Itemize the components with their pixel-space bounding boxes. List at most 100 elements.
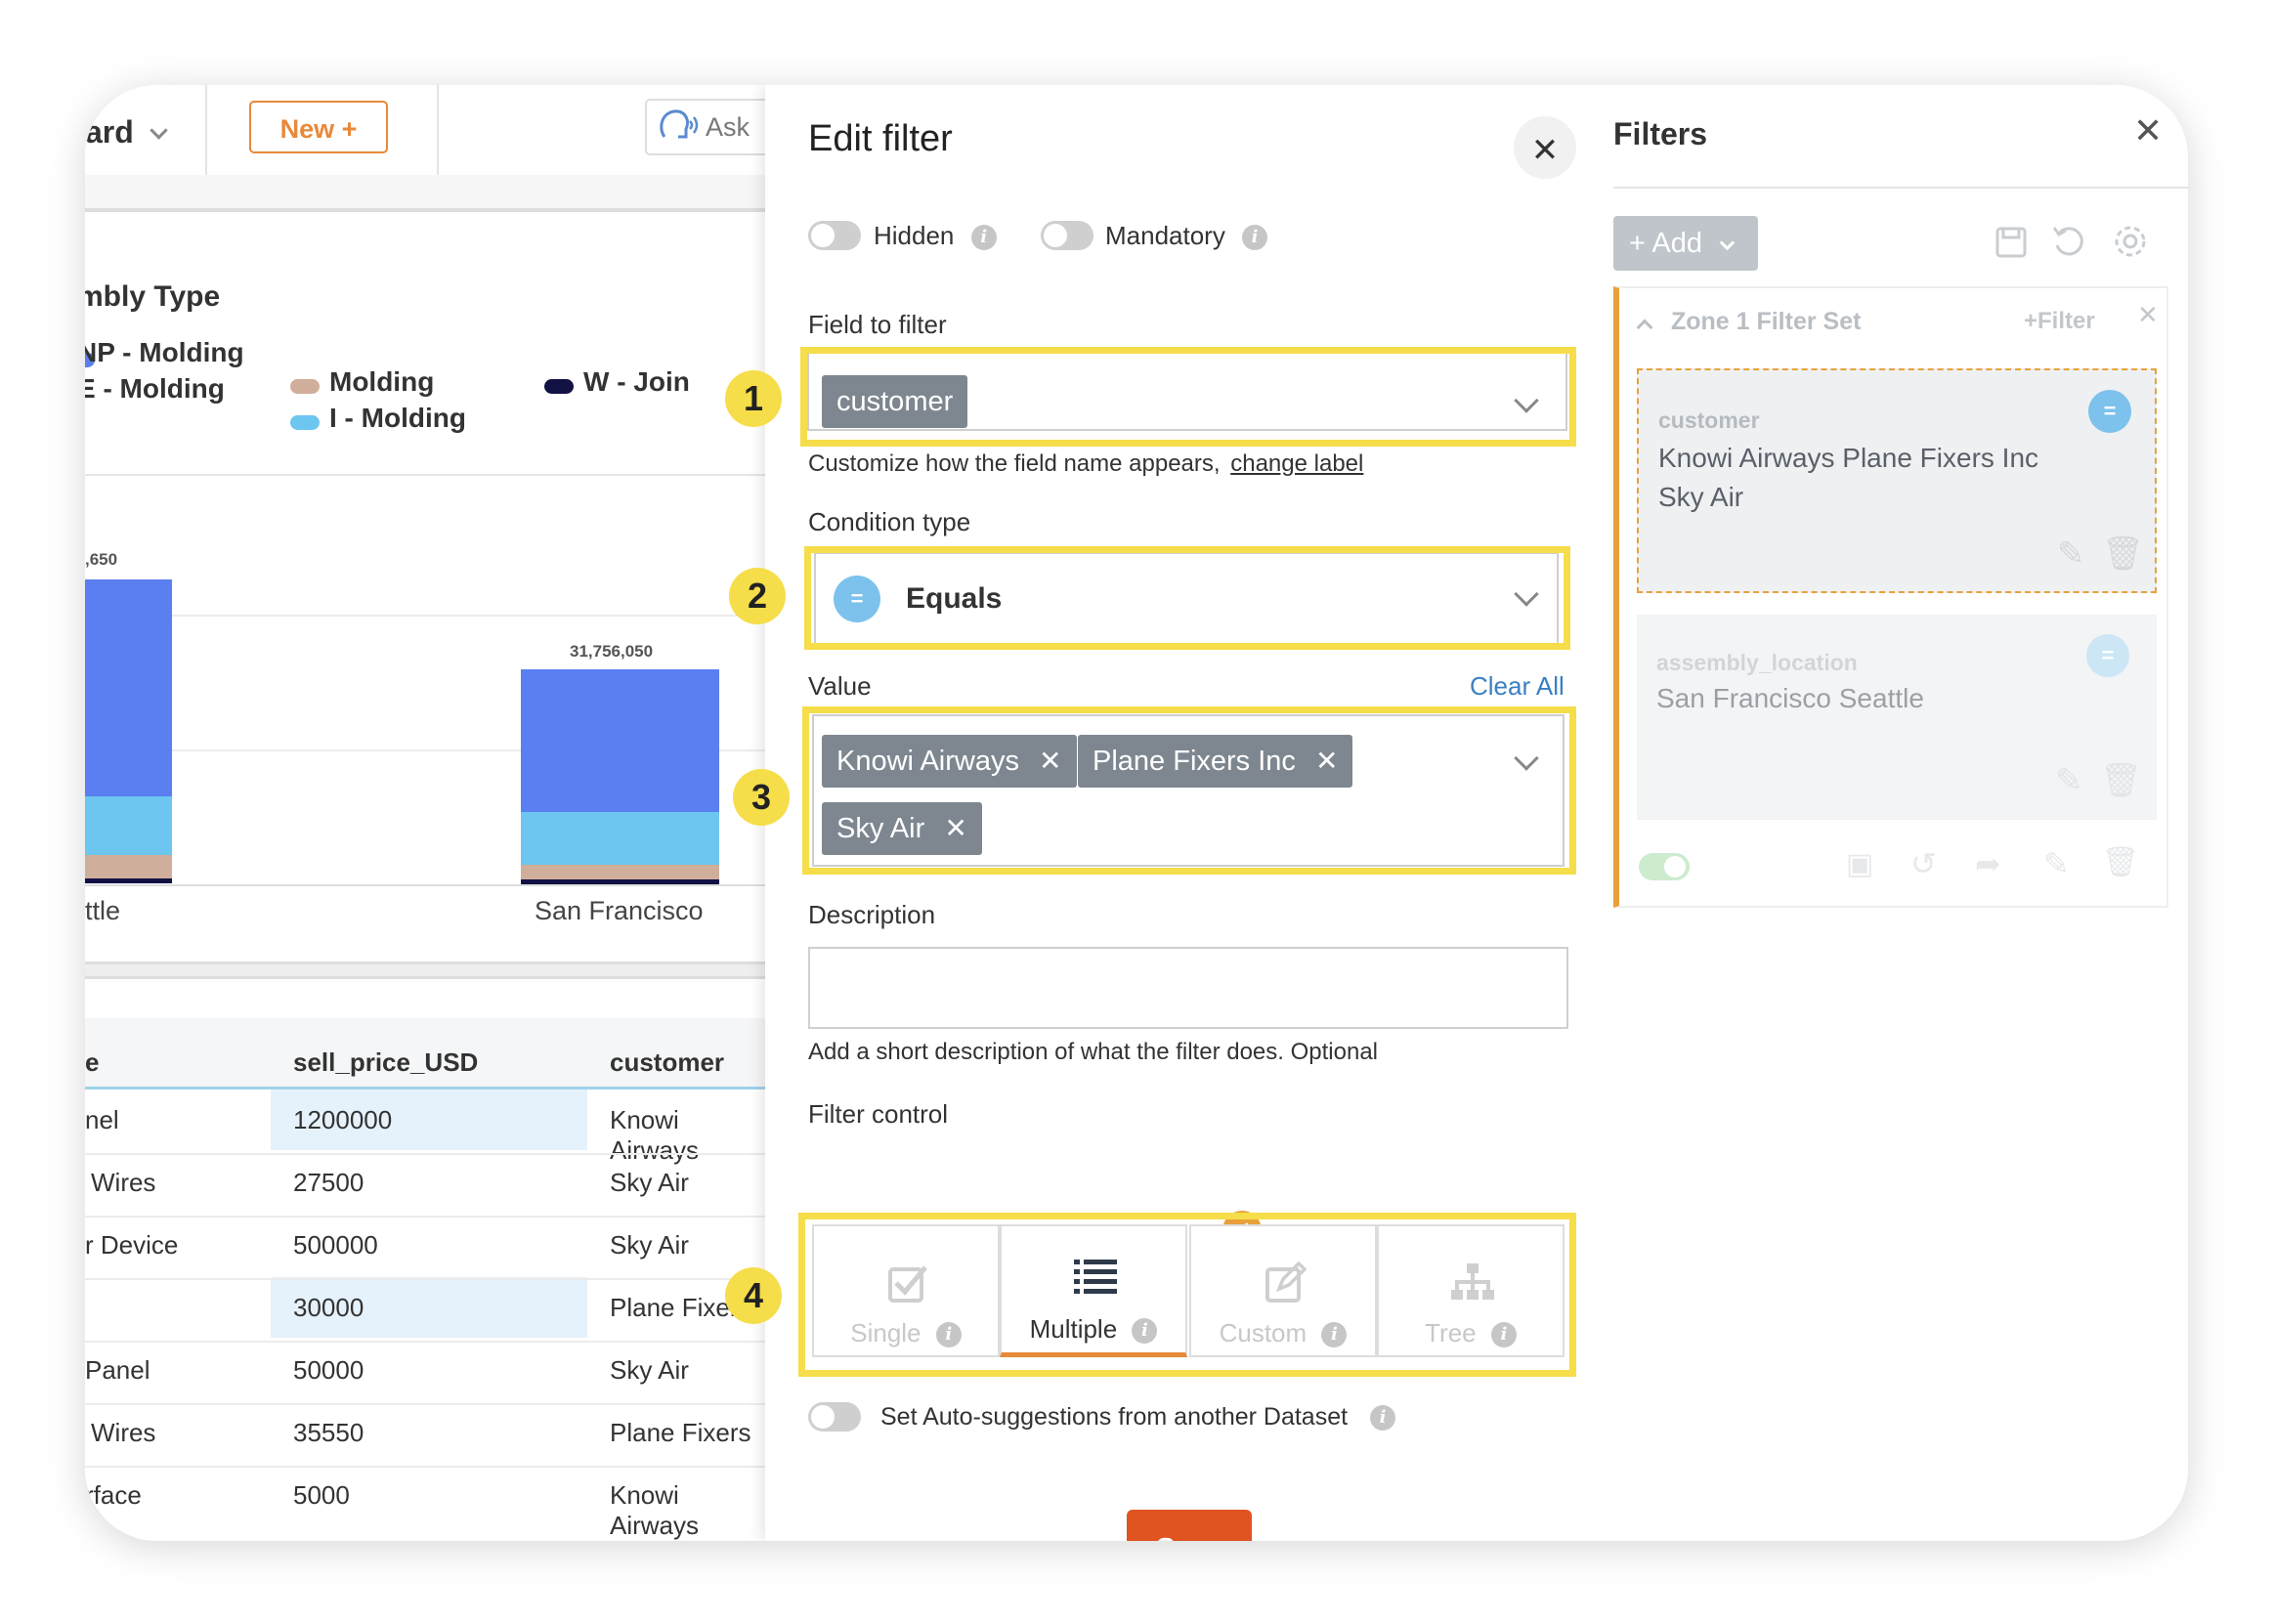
- dashboard-title[interactable]: ard: [85, 114, 168, 150]
- info-icon[interactable]: i: [970, 225, 997, 251]
- add-filter-button[interactable]: + Add: [1613, 216, 1758, 271]
- trash-icon[interactable]: 🗑: [2102, 534, 2144, 574]
- close-icon[interactable]: ✕: [2137, 300, 2159, 330]
- table-cell: Sky Air: [610, 1230, 689, 1260]
- toolbar-divider: [205, 85, 207, 175]
- edit-icon[interactable]: ✎: [2043, 845, 2070, 882]
- field-to-filter-label: Field to filter: [808, 310, 947, 339]
- share-icon[interactable]: ➦: [1975, 845, 2001, 882]
- row-divider: [85, 1341, 769, 1343]
- filters-header-divider: [1613, 187, 2188, 189]
- table-cell: Sky Air: [610, 1355, 689, 1385]
- bar-segment-w-join[interactable]: [85, 878, 172, 883]
- legend-np-molding[interactable]: NP - Molding: [85, 337, 244, 368]
- annotation-badge-3: 3: [733, 769, 790, 826]
- bar-segment-i-molding[interactable]: [521, 812, 719, 865]
- bar-segment-w-join[interactable]: [521, 879, 719, 884]
- bar-segment-np-molding[interactable]: [521, 669, 719, 812]
- bar-segment-molding[interactable]: [521, 865, 719, 879]
- highlight-box-2: [804, 546, 1570, 650]
- info-icon[interactable]: i: [1242, 225, 1268, 251]
- description-input[interactable]: [808, 947, 1568, 1029]
- save-icon[interactable]: ▣: [1846, 847, 1873, 881]
- table-cell: 5000: [293, 1480, 350, 1510]
- mandatory-label: Mandatory i: [1105, 221, 1268, 251]
- row-divider: [85, 1466, 769, 1468]
- annotation-badge-1: 1: [725, 370, 782, 427]
- add-filter-link[interactable]: +Filter: [2024, 308, 2095, 335]
- legend-molding[interactable]: Molding: [329, 366, 434, 398]
- filter-card-customer[interactable]: customer Knowi Airways Plane Fixers Inc …: [1637, 368, 2157, 593]
- trash-icon[interactable]: 🗑: [2100, 761, 2142, 800]
- toggle-knob: [1664, 856, 1686, 877]
- legend-swatch-i-molding: [290, 415, 320, 430]
- chevron-down-icon: [149, 121, 168, 140]
- edit-icon[interactable]: ✎: [2055, 761, 2083, 800]
- row-divider: [85, 1403, 769, 1405]
- autosuggest-label: Set Auto-suggestions from another Datase…: [880, 1403, 1396, 1432]
- edit-icon[interactable]: ✎: [2057, 534, 2085, 574]
- table-cell: Panel: [85, 1355, 150, 1385]
- table-cell: Plane Fixers: [610, 1418, 751, 1447]
- widget-divider: [85, 962, 769, 979]
- save-button[interactable]: Save: [1127, 1510, 1252, 1541]
- filter-set-title: Zone 1 Filter Set: [1670, 308, 1862, 335]
- mandatory-label-text: Mandatory: [1105, 221, 1225, 250]
- dashboard-title-text: ard: [85, 114, 134, 150]
- filter-set-enabled-toggle[interactable]: [1639, 853, 1690, 880]
- table-header-customer[interactable]: customer: [610, 1047, 724, 1078]
- chevron-up-icon[interactable]: [1636, 319, 1653, 336]
- gear-icon[interactable]: [2112, 223, 2149, 260]
- autosuggest-toggle[interactable]: [808, 1402, 861, 1432]
- close-icon[interactable]: ✕: [2133, 110, 2163, 151]
- clear-all-link[interactable]: Clear All: [1470, 671, 1565, 702]
- save-icon[interactable]: [1994, 226, 2028, 259]
- equals-icon: =: [2086, 634, 2129, 677]
- bar-segment-np-molding[interactable]: [85, 579, 172, 796]
- new-button[interactable]: New +: [249, 101, 388, 153]
- gridline: [85, 615, 769, 617]
- legend-e-molding[interactable]: E - Molding: [85, 373, 225, 405]
- customize-text: Customize how the field name appears,: [808, 450, 1221, 477]
- table-cell: 500000: [293, 1230, 378, 1260]
- bar-segment-molding[interactable]: [85, 855, 172, 878]
- table-cell: 35550: [293, 1418, 364, 1447]
- table-cell: Sky Air: [610, 1168, 689, 1197]
- bar-segment-i-molding[interactable]: [85, 796, 172, 855]
- value-label: Value: [808, 671, 872, 701]
- highlight-box-1: [800, 347, 1576, 447]
- highlight-box-4: [798, 1213, 1576, 1377]
- add-filter-label: + Add: [1629, 228, 1702, 259]
- close-button[interactable]: ✕: [1514, 116, 1576, 179]
- filter-control-label: Filter control: [808, 1099, 949, 1129]
- row-divider: [85, 1216, 769, 1218]
- table-cell: rface: [85, 1480, 142, 1510]
- hidden-label-text: Hidden: [874, 221, 955, 250]
- trash-icon[interactable]: 🗑: [2102, 845, 2139, 879]
- table-cell: Wires: [91, 1168, 156, 1197]
- highlight-box-3: [802, 706, 1576, 875]
- filter-card-field: customer: [1658, 407, 1760, 433]
- equals-icon: =: [2088, 390, 2131, 433]
- table-cell: Wires: [91, 1418, 156, 1447]
- legend-i-molding[interactable]: I - Molding: [329, 403, 466, 434]
- panel-divider: [85, 175, 769, 212]
- filter-card-assembly-location[interactable]: assembly_location San Francisco Seattle …: [1637, 615, 2157, 820]
- filter-card-field: assembly_location: [1656, 650, 1858, 675]
- refresh-icon[interactable]: ↺: [1910, 845, 1937, 882]
- table-header-partial[interactable]: e: [85, 1047, 99, 1078]
- info-icon[interactable]: i: [1370, 1405, 1396, 1432]
- refresh-icon[interactable]: [2051, 224, 2086, 259]
- hidden-toggle[interactable]: [808, 221, 861, 250]
- table-cell: 27500: [293, 1168, 364, 1197]
- legend-w-join[interactable]: W - Join: [583, 366, 690, 398]
- table-cell: 30000: [293, 1293, 364, 1322]
- table-header-sell-price[interactable]: sell_price_USD: [293, 1047, 478, 1078]
- x-tick-label: ttle: [85, 896, 121, 925]
- change-label-link[interactable]: change label: [1230, 450, 1363, 477]
- dashboard: ard New + Ask mbly Type NP - Molding E -…: [85, 85, 792, 1541]
- filter-set-header[interactable]: Zone 1 Filter Set: [1636, 308, 1862, 336]
- x-axis-line: [85, 884, 769, 886]
- mandatory-toggle[interactable]: [1041, 221, 1093, 250]
- ask-label: Ask: [706, 112, 750, 142]
